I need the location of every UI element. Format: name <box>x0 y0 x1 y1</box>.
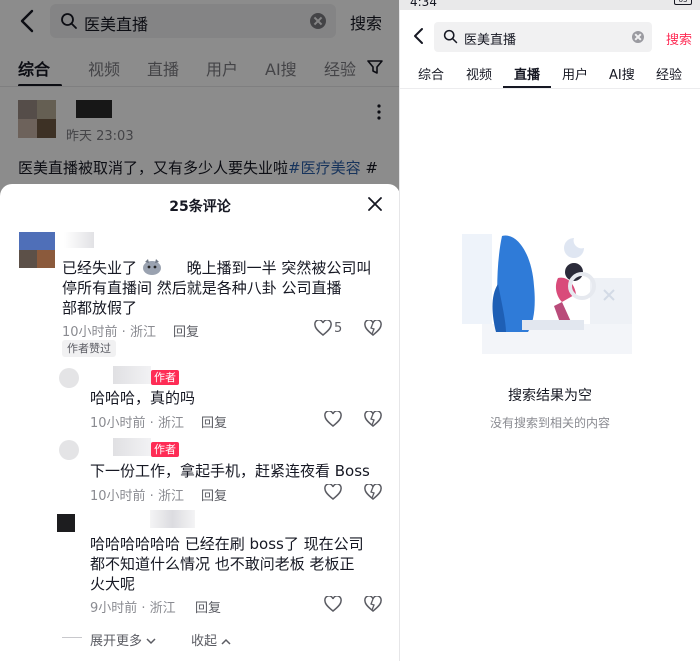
comment-text: 已经失业了 晚上播到一半 突然被公司叫 <box>62 258 371 278</box>
emoji-icon <box>142 259 161 275</box>
battery-icon: 63 <box>674 0 692 5</box>
tabs-divider <box>400 88 700 89</box>
collapse-button[interactable]: 收起 <box>191 630 231 649</box>
back-arrow-icon[interactable] <box>412 27 424 45</box>
reply-button[interactable]: 回复 <box>201 412 227 431</box>
tab-all[interactable]: 综合 <box>418 64 444 83</box>
empty-state-illustration <box>462 234 632 354</box>
comment-text: 哈哈哈，真的吗 <box>90 389 196 407</box>
collapse-label: 收起 <box>191 634 218 649</box>
search-input[interactable]: 医美直播 <box>434 22 652 52</box>
clear-icon[interactable] <box>632 31 644 43</box>
username-redacted <box>64 232 94 248</box>
close-icon[interactable] <box>367 196 383 212</box>
username-redacted <box>113 438 151 456</box>
comment-text: 下一份工作，拿起手机，赶紧连夜看 Boss <box>90 462 370 480</box>
expand-more-label: 展开更多 <box>90 634 143 649</box>
comment-text-line: 都不知道什么情况 也不敢问老板 老板正 <box>90 555 355 573</box>
result-tabs: 综合 视频 直播 用户 AI搜 经验 <box>400 64 700 88</box>
comment-meta: 10小时前 · 浙江 <box>90 416 184 431</box>
status-icons: 63 <box>674 0 692 6</box>
tab-ai-search[interactable]: AI搜 <box>609 64 635 83</box>
dislike-icon[interactable] <box>364 596 382 612</box>
heart-icon[interactable] <box>324 484 342 500</box>
comment-text-line: 火大呢 <box>90 575 136 593</box>
reply-button[interactable]: 回复 <box>195 597 221 616</box>
avatar[interactable] <box>57 514 75 532</box>
dislike-icon[interactable] <box>364 320 382 336</box>
tab-users[interactable]: 用户 <box>562 64 588 83</box>
chevron-down-icon <box>146 638 156 645</box>
comment-text-line: 部都放假了 <box>62 299 138 317</box>
author-liked-badge: 作者赞过 <box>62 340 116 357</box>
comment-text-line: 停所有直播间 然后就是各种八卦 公司直播 <box>62 279 342 297</box>
like-count: 5 <box>334 321 343 336</box>
reply-button[interactable]: 回复 <box>201 485 227 504</box>
reply-button[interactable]: 回复 <box>173 321 199 340</box>
comment-text-line: 已经失业了 <box>62 259 138 277</box>
comment-meta: 10小时前 · 浙江 <box>62 325 156 340</box>
avatar[interactable] <box>59 368 79 388</box>
comment-text-line: 晚上播到一半 突然被公司叫 <box>186 259 372 277</box>
dislike-icon[interactable] <box>364 411 382 427</box>
tab-live[interactable]: 直播 <box>514 64 540 83</box>
search-icon <box>443 29 458 44</box>
username-redacted <box>150 510 195 528</box>
expand-more-button[interactable]: 展开更多 <box>90 630 156 649</box>
username-redacted <box>113 366 151 384</box>
comments-title: 25条评论 <box>169 199 231 215</box>
search-button[interactable]: 搜索 <box>666 29 692 48</box>
screenshot-root: 医美直播 搜索 综合 视频 直播 用户 AI搜 经验 昨天 23:03 医美直播… <box>0 0 700 661</box>
comment-meta: 10小时前 · 浙江 <box>90 489 184 504</box>
status-bar: 4:34 63 <box>400 0 700 10</box>
heart-icon[interactable] <box>314 320 332 336</box>
avatar[interactable] <box>59 440 79 460</box>
right-phone-screen: 4:34 63 医美直播 搜索 综合 视频 直播 用户 AI搜 经验 搜索结果为… <box>400 0 700 661</box>
comment-text-line: 哈哈哈哈哈哈 已经在刷 boss了 现在公司 <box>90 535 364 553</box>
left-phone-screen: 医美直播 搜索 综合 视频 直播 用户 AI搜 经验 昨天 23:03 医美直播… <box>0 0 400 661</box>
tab-experience[interactable]: 经验 <box>656 64 682 83</box>
dislike-icon[interactable] <box>364 484 382 500</box>
status-time: 4:34 <box>410 0 437 9</box>
author-badge: 作者 <box>151 442 179 457</box>
expand-divider <box>62 637 82 638</box>
chevron-up-icon <box>221 638 231 645</box>
heart-icon[interactable] <box>324 596 342 612</box>
avatar[interactable] <box>19 232 55 268</box>
tab-video[interactable]: 视频 <box>466 64 492 83</box>
search-query: 医美直播 <box>464 33 517 48</box>
empty-state-subtitle: 没有搜索到相关的内容 <box>489 416 610 430</box>
author-badge: 作者 <box>151 370 179 385</box>
comment-meta: 9小时前 · 浙江 <box>90 601 176 616</box>
comments-sheet: 25条评论 已经失业了 晚上播到一半 突然被公司叫 停所有直播间 然后就是各种八… <box>0 184 400 661</box>
heart-icon[interactable] <box>324 411 342 427</box>
empty-state-title: 搜索结果为空 <box>508 388 592 404</box>
